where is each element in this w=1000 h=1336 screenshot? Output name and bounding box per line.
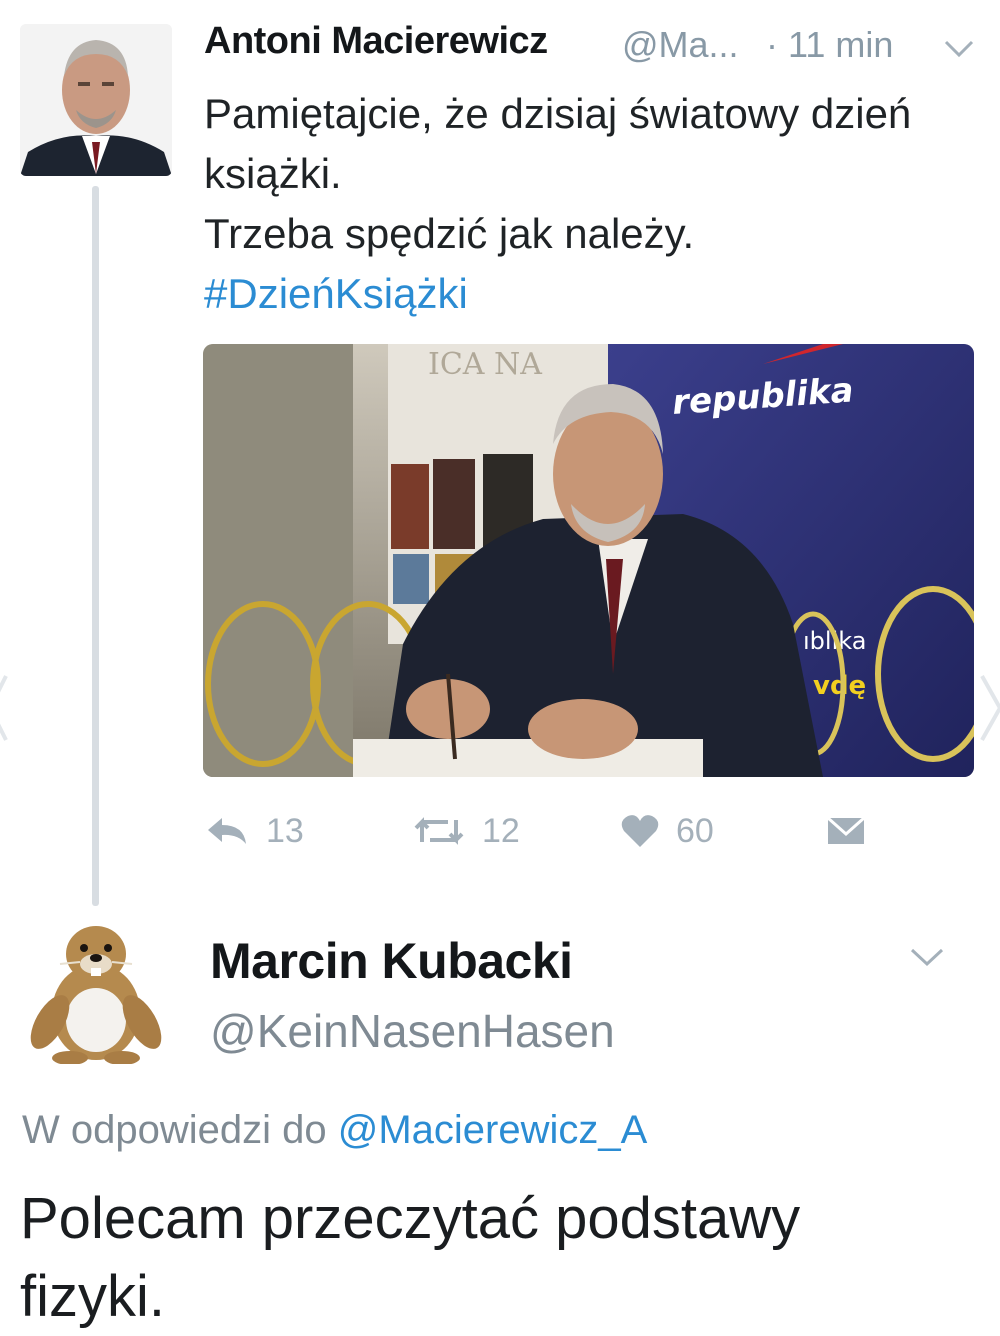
author-handle[interactable]: @KeinNasenHasen: [210, 1004, 615, 1058]
reply-button[interactable]: 13: [204, 808, 304, 854]
author-name[interactable]: Marcin Kubacki: [210, 932, 573, 990]
like-count: 60: [676, 811, 714, 850]
retweet-count: 12: [482, 811, 520, 850]
avatar-beaver-plush-image: [20, 912, 172, 1064]
heart-icon: [621, 815, 659, 847]
tweet-text-line: książki.: [204, 150, 342, 197]
direct-message-icon: [827, 816, 865, 844]
avatar[interactable]: [20, 24, 172, 176]
chevron-down-icon[interactable]: [906, 942, 948, 972]
timestamp[interactable]: · 11 min: [766, 24, 893, 66]
tweet-text-line: Trzeba spędzić jak należy.: [204, 210, 695, 257]
tweet-text-line: fizyki.: [20, 1264, 165, 1329]
reply-icon: [208, 818, 246, 844]
retweet-icon: [414, 817, 464, 845]
tweet-text-line: Pamiętajcie, że dzisiaj światowy dzień: [204, 90, 912, 137]
direct-message-button[interactable]: [824, 808, 868, 854]
avatar[interactable]: [20, 912, 172, 1064]
tweet-photo[interactable]: ICA NA republika ıblika vdę: [203, 344, 974, 777]
author-name[interactable]: Antoni Macierewicz: [204, 20, 548, 63]
tweet-text: Polecam przeczytać podstawy fizyki.: [20, 1180, 920, 1336]
reply-context: W odpowiedzi do @Macierewicz_A: [22, 1108, 647, 1153]
tweet-text: Pamiętajcie, że dzisiaj światowy dzień k…: [204, 84, 984, 324]
avatar-person-image: [20, 24, 172, 176]
reply-context-label: W odpowiedzi do: [22, 1108, 338, 1152]
tweet-text-line: Polecam przeczytać podstawy: [20, 1186, 801, 1251]
hashtag-link[interactable]: #DzieńKsiążki: [204, 264, 984, 324]
author-handle[interactable]: @Ma...: [622, 24, 739, 66]
banner-text-3: vdę: [813, 671, 866, 701]
poster-text: ICA NA: [428, 347, 542, 382]
chevron-down-icon[interactable]: [942, 36, 976, 62]
like-button[interactable]: 60: [620, 808, 714, 854]
reply-count: 13: [266, 811, 304, 850]
mention-link[interactable]: @Macierewicz_A: [338, 1108, 648, 1152]
previous-arrow-icon[interactable]: [0, 668, 10, 748]
thread-connector-line: [92, 186, 99, 906]
retweet-button[interactable]: 12: [412, 808, 520, 854]
next-arrow-icon[interactable]: [976, 668, 1000, 748]
